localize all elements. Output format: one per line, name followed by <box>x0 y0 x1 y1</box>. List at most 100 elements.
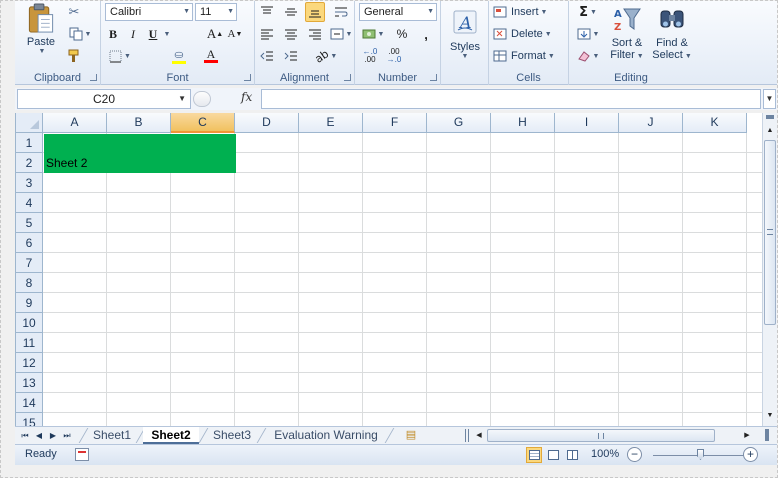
row-header-8[interactable]: 8 <box>16 273 43 293</box>
column-header-c[interactable]: C <box>171 113 235 133</box>
paste-button[interactable]: Paste ▼ <box>21 3 61 55</box>
scroll-left-button[interactable]: ◀ <box>473 428 485 443</box>
scroll-right-button[interactable]: ▶ <box>741 428 753 443</box>
column-header-e[interactable]: E <box>299 113 363 133</box>
formula-input[interactable] <box>261 89 761 109</box>
align-top-button[interactable] <box>257 3 277 21</box>
zoom-in-button[interactable]: + <box>743 447 758 462</box>
next-sheet-button[interactable]: ▶ <box>47 428 59 443</box>
fill-color-button[interactable]: ⛀ <box>165 47 193 65</box>
increase-indent-button[interactable] <box>281 47 301 65</box>
fill-button[interactable]: ▼ <box>573 25 603 43</box>
zoom-slider-thumb[interactable] <box>697 449 704 460</box>
page-layout-view-button[interactable] <box>545 447 561 463</box>
wrap-text-button[interactable] <box>331 3 351 21</box>
sheet-tab[interactable]: Evaluation Warning <box>269 427 383 444</box>
horizontal-scrollbar[interactable]: ◀ ▶ <box>473 428 757 443</box>
row-header-15[interactable]: 15 <box>16 413 43 426</box>
split-handle[interactable] <box>766 115 774 119</box>
align-center-button[interactable] <box>281 25 301 43</box>
align-left-button[interactable] <box>257 25 277 43</box>
cut-button[interactable]: ✂ <box>65 3 83 21</box>
align-middle-button[interactable] <box>281 3 301 21</box>
row-header-5[interactable]: 5 <box>16 213 43 233</box>
column-header-g[interactable]: G <box>427 113 491 133</box>
row-header-11[interactable]: 11 <box>16 333 43 353</box>
row-header-9[interactable]: 9 <box>16 293 43 313</box>
column-header-k[interactable]: K <box>683 113 747 133</box>
decrease-decimal-button[interactable]: .00 →.0 <box>383 47 405 65</box>
alignment-launcher-icon[interactable] <box>344 74 351 81</box>
sheet-tab[interactable]: Sheet1 <box>87 427 137 444</box>
column-header-b[interactable]: B <box>107 113 171 133</box>
insert-sheet-button[interactable]: ▤ <box>401 428 421 443</box>
sheet-tab-active[interactable]: Sheet2 <box>143 427 199 444</box>
page-break-view-button[interactable] <box>564 447 580 463</box>
formula-bar-resize-handle[interactable] <box>193 91 211 107</box>
paste-dropdown-icon[interactable]: ▼ <box>39 48 46 55</box>
split-handle[interactable] <box>765 429 769 441</box>
tab-split-handle[interactable] <box>465 429 469 442</box>
row-header-13[interactable]: 13 <box>16 373 43 393</box>
styles-button[interactable]: A Styles ▼ <box>445 3 485 65</box>
comma-style-button[interactable]: , <box>417 25 435 43</box>
column-header-h[interactable]: H <box>491 113 555 133</box>
decrease-indent-button[interactable] <box>257 47 277 65</box>
zoom-out-button[interactable]: − <box>627 447 642 462</box>
currency-button[interactable]: ▼ <box>359 25 387 43</box>
format-cells-button[interactable]: Format ▼ <box>493 47 563 65</box>
shrink-font-button[interactable]: A ▼ <box>227 25 243 43</box>
first-sheet-button[interactable]: ⏮ <box>19 428 31 443</box>
percent-button[interactable]: % <box>393 25 411 43</box>
name-box[interactable]: C20 ▼ <box>17 89 191 109</box>
find-select-button[interactable]: Find & Select ▼ <box>651 3 693 65</box>
vertical-scrollbar[interactable]: ▲ ▼ <box>762 113 777 426</box>
insert-cells-button[interactable]: Insert ▼ <box>493 3 563 21</box>
prev-sheet-button[interactable]: ◀ <box>33 428 45 443</box>
align-right-button[interactable] <box>305 25 325 43</box>
increase-decimal-button[interactable]: ←.0 .00 <box>359 47 381 65</box>
scroll-up-button[interactable]: ▲ <box>764 125 776 137</box>
row-header-4[interactable]: 4 <box>16 193 43 213</box>
number-launcher-icon[interactable] <box>430 74 437 81</box>
align-bottom-button[interactable] <box>305 2 325 22</box>
last-sheet-button[interactable]: ⏭ <box>61 428 73 443</box>
italic-button[interactable]: I <box>125 25 141 43</box>
clipboard-launcher-icon[interactable] <box>90 74 97 81</box>
column-header-j[interactable]: J <box>619 113 683 133</box>
insert-function-button[interactable]: fx <box>241 90 252 104</box>
row-header-10[interactable]: 10 <box>16 313 43 333</box>
underline-dropdown[interactable]: ▼ <box>161 25 171 43</box>
horizontal-scroll-thumb[interactable] <box>487 429 715 442</box>
row-header-1[interactable]: 1 <box>16 133 43 153</box>
column-header-i[interactable]: I <box>555 113 619 133</box>
zoom-level[interactable]: 100% <box>591 448 619 460</box>
font-name-combo[interactable]: Calibri ▼ <box>105 3 193 21</box>
worksheet-grid[interactable]: A B C D E F G H I J K 1 2 3 4 5 6 7 8 9 10 11 12 13 14 15 Sheet 2 <box>15 113 762 426</box>
font-color-button[interactable]: A <box>197 47 225 65</box>
macro-recording-icon[interactable] <box>75 448 89 461</box>
number-format-combo[interactable]: General ▼ <box>359 3 437 21</box>
row-header-6[interactable]: 6 <box>16 233 43 253</box>
grow-font-button[interactable]: A ▲ <box>207 25 223 43</box>
orientation-button[interactable]: ab ▼ <box>312 47 339 66</box>
clear-button[interactable]: ▼ <box>573 47 603 65</box>
merge-center-button[interactable]: ▼ <box>329 25 353 43</box>
row-header-2[interactable]: 2 <box>16 153 43 173</box>
format-painter-button[interactable] <box>65 47 83 65</box>
row-header-3[interactable]: 3 <box>16 173 43 193</box>
normal-view-button[interactable] <box>526 447 542 463</box>
underline-button[interactable]: U <box>145 25 161 43</box>
sort-filter-button[interactable]: A Z Sort & Filter ▼ <box>605 3 649 65</box>
row-header-7[interactable]: 7 <box>16 253 43 273</box>
row-header-14[interactable]: 14 <box>16 393 43 413</box>
bold-button[interactable]: B <box>105 25 121 43</box>
copy-button[interactable]: ▼ <box>65 25 95 43</box>
row-header-12[interactable]: 12 <box>16 353 43 373</box>
select-all-button[interactable] <box>16 113 43 133</box>
column-header-d[interactable]: D <box>235 113 299 133</box>
borders-button[interactable]: ▼ <box>105 47 135 65</box>
sheet-tab[interactable]: Sheet3 <box>207 427 257 444</box>
delete-cells-button[interactable]: Delete ▼ <box>493 25 563 43</box>
font-launcher-icon[interactable] <box>244 74 251 81</box>
